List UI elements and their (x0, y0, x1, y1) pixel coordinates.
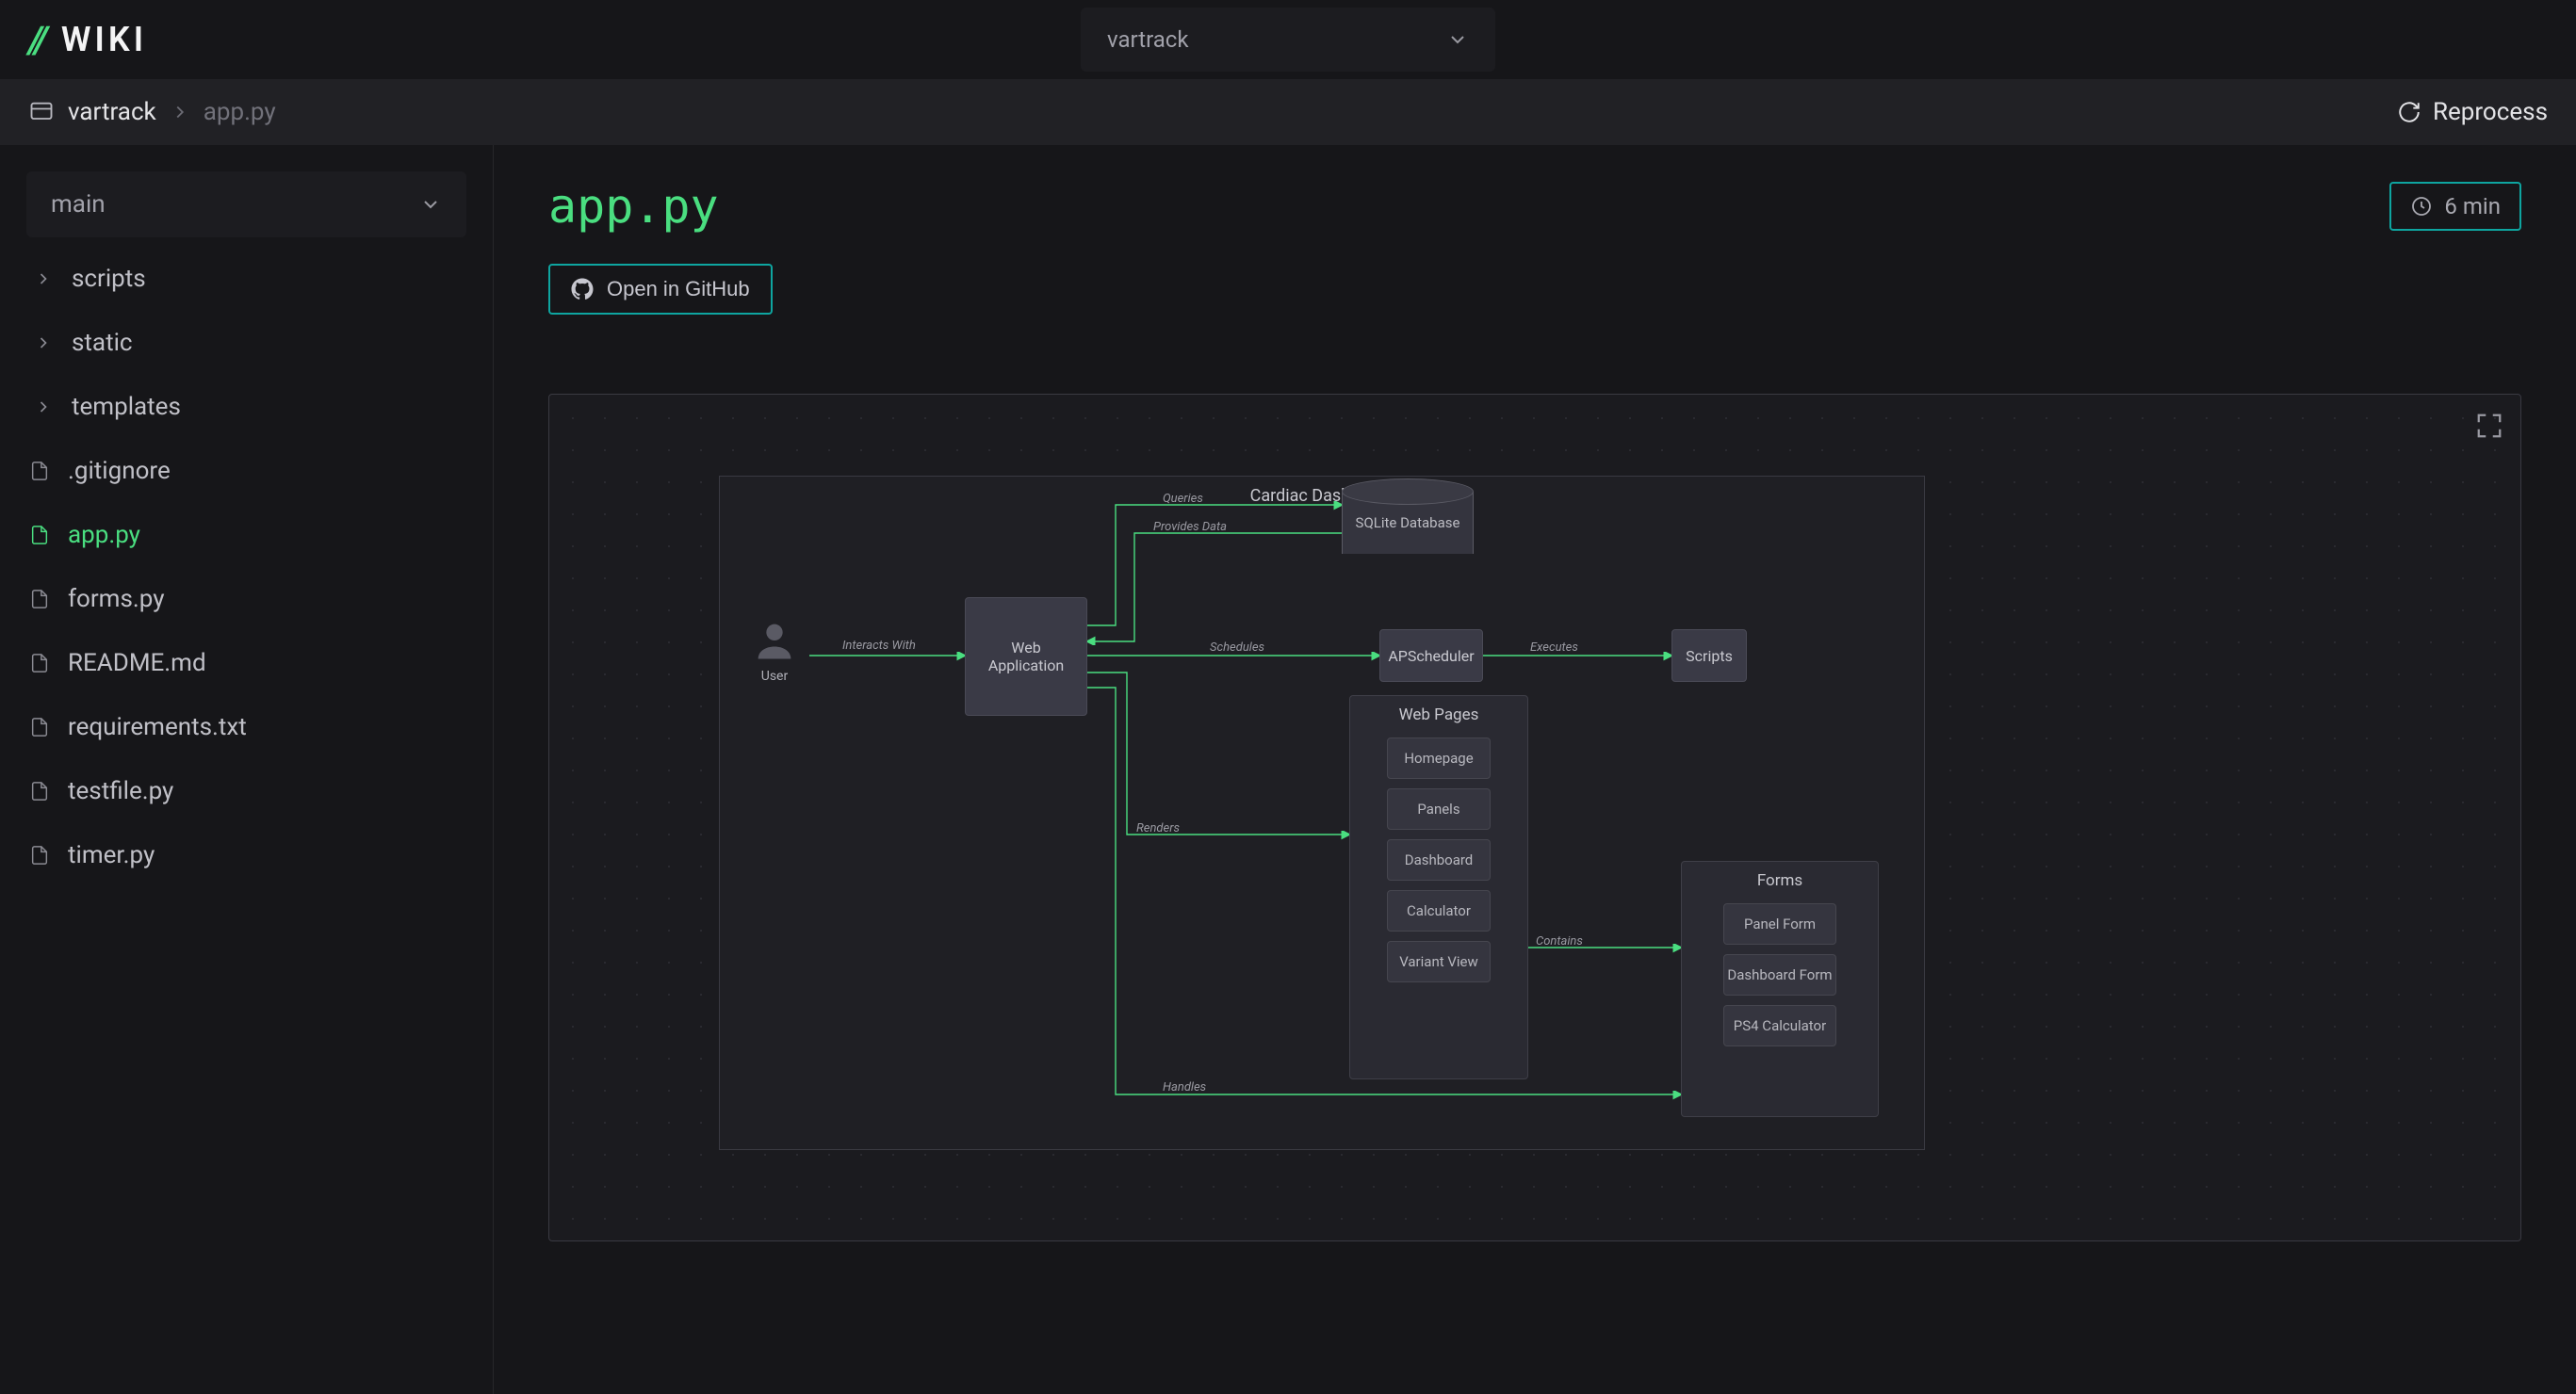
file-label: testfile.py (68, 777, 173, 805)
repo-icon (28, 99, 55, 125)
chevron-right-icon (34, 397, 53, 416)
file-icon (29, 653, 50, 673)
db-label: SQLite Database (1356, 514, 1460, 531)
reprocess-button[interactable]: Reprocess (2397, 98, 2548, 126)
file-label: .gitignore (68, 457, 171, 485)
file-timer[interactable]: timer.py (26, 823, 466, 887)
node-panels: Panels (1387, 788, 1491, 830)
folder-label: templates (72, 393, 181, 421)
breadcrumb-repo[interactable]: vartrack (68, 98, 156, 126)
diagram-title: Cardiac Dashboard (720, 477, 1924, 506)
group-forms: Forms Panel Form Dashboard Form PS4 Calc… (1681, 861, 1879, 1117)
file-icon (29, 781, 50, 802)
file-icon (29, 845, 50, 866)
edge-label-queries: Queries (1163, 492, 1203, 506)
edge-label-renders: Renders (1136, 821, 1180, 835)
reprocess-label: Reprocess (2433, 98, 2548, 126)
diagram-canvas[interactable]: Cardiac Dashboard (548, 394, 2521, 1241)
github-icon (571, 278, 594, 300)
open-in-github-button[interactable]: Open in GitHub (548, 264, 773, 315)
node-ps4-calculator: PS4 Calculator (1723, 1005, 1836, 1046)
file-gitignore[interactable]: .gitignore (26, 439, 466, 503)
node-panel-form: Panel Form (1723, 903, 1836, 945)
node-variant-view: Variant View (1387, 941, 1491, 982)
folder-templates[interactable]: templates (26, 375, 466, 439)
file-icon (29, 525, 50, 545)
file-app-py[interactable]: app.py (26, 503, 466, 567)
node-homepage: Homepage (1387, 738, 1491, 779)
folder-label: scripts (72, 265, 146, 293)
group-title-web-pages: Web Pages (1350, 696, 1527, 728)
read-time-badge: 6 min (2389, 182, 2521, 231)
diagram-frame: Cardiac Dashboard (719, 476, 1925, 1150)
chevron-right-icon (34, 333, 53, 352)
logo-slash-icon: // (28, 18, 44, 62)
user-icon (750, 616, 799, 665)
breadcrumb-bar: vartrack app.py Reprocess (0, 79, 2576, 145)
app-header: // WIKI vartrack (0, 0, 2576, 79)
chevron-down-icon (1446, 28, 1469, 51)
file-label: forms.py (68, 585, 165, 613)
folder-static[interactable]: static (26, 311, 466, 375)
file-label: requirements.txt (68, 713, 247, 741)
group-web-pages: Web Pages Homepage Panels Dashboard Calc… (1349, 695, 1528, 1079)
file-forms-py[interactable]: forms.py (26, 567, 466, 631)
read-time-value: 6 min (2444, 193, 2501, 219)
repo-selector[interactable]: vartrack (1081, 8, 1495, 72)
edge-label-contains: Contains (1536, 934, 1583, 948)
body: main scripts static templates .gitignore (0, 145, 2576, 1394)
main-content: app.py 6 min Open in GitHub Cardiac Dash… (494, 145, 2576, 1394)
file-label: app.py (68, 521, 140, 549)
edge-label-interacts: Interacts With (842, 639, 916, 653)
node-scripts: Scripts (1671, 629, 1747, 682)
node-database: SQLite Database (1342, 478, 1474, 567)
file-icon (29, 589, 50, 609)
edge-label-schedules: Schedules (1210, 640, 1264, 655)
file-icon (29, 461, 50, 481)
file-testfile[interactable]: testfile.py (26, 759, 466, 823)
github-button-label: Open in GitHub (607, 277, 750, 301)
edge-label-handles: Handles (1163, 1080, 1206, 1094)
file-readme[interactable]: README.md (26, 631, 466, 695)
file-sidebar: main scripts static templates .gitignore (0, 145, 494, 1394)
node-dashboard-form: Dashboard Form (1723, 954, 1836, 996)
file-tree: scripts static templates .gitignore app.… (26, 247, 466, 887)
breadcrumb: vartrack app.py (28, 98, 276, 126)
logo: // WIKI (28, 18, 147, 62)
chevron-down-icon (419, 193, 442, 216)
breadcrumb-file: app.py (204, 98, 276, 126)
refresh-icon (2397, 100, 2421, 124)
file-label: README.md (68, 649, 206, 677)
edge-label-executes: Executes (1530, 640, 1578, 655)
node-calculator: Calculator (1387, 890, 1491, 932)
page-title: app.py (548, 179, 719, 234)
node-dashboard: Dashboard (1387, 839, 1491, 881)
title-row: app.py 6 min (548, 179, 2521, 234)
repo-selector-value: vartrack (1107, 26, 1189, 53)
file-label: timer.py (68, 841, 155, 869)
branch-selector-value: main (51, 190, 106, 219)
node-scheduler: APScheduler (1379, 629, 1483, 682)
file-icon (29, 717, 50, 738)
folder-scripts[interactable]: scripts (26, 247, 466, 311)
group-title-forms: Forms (1682, 862, 1878, 894)
chevron-right-icon (170, 102, 190, 122)
logo-text: WIKI (61, 20, 147, 59)
clock-icon (2410, 195, 2433, 218)
edge-label-provides: Provides Data (1153, 520, 1227, 534)
branch-selector[interactable]: main (26, 171, 466, 237)
user-node: User (750, 616, 799, 684)
file-requirements[interactable]: requirements.txt (26, 695, 466, 759)
user-label: User (750, 669, 799, 684)
folder-label: static (72, 329, 133, 357)
chevron-right-icon (34, 269, 53, 288)
expand-icon[interactable] (2475, 412, 2503, 440)
node-web-app: Web Application (965, 597, 1087, 716)
